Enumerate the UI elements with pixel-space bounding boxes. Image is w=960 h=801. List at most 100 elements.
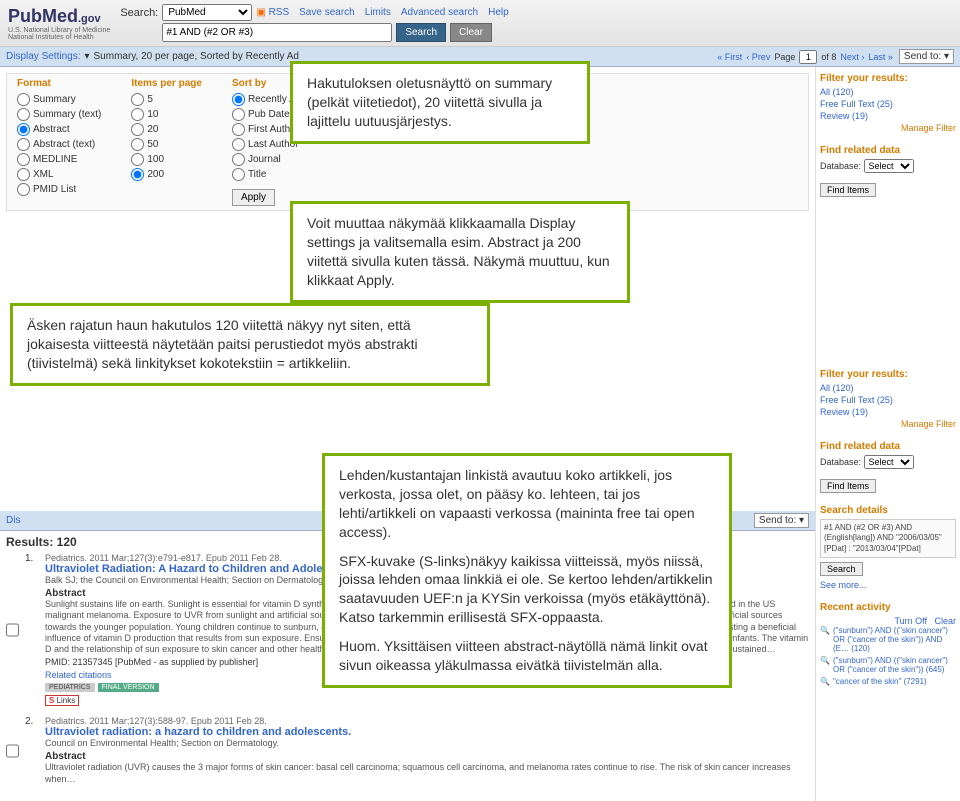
search-details-title: Search details xyxy=(820,505,956,516)
search-details-box: #1 AND (#2 OR #3) AND (English[lang]) AN… xyxy=(820,519,956,558)
filter-title-2: Filter your results: xyxy=(820,369,956,380)
result-item: 2. Pediatrics. 2011 Mar;127(3):588-97. E… xyxy=(6,716,809,785)
logo: PubMed.gov U.S. National Library of Medi… xyxy=(8,6,110,41)
manage-filter-link[interactable]: Manage Filter xyxy=(901,123,956,133)
db-select[interactable]: Select xyxy=(864,159,914,173)
sort-last-author[interactable] xyxy=(232,138,245,151)
format-summary[interactable] xyxy=(17,93,30,106)
callout-3: Äsken rajatun haun hakutulos 120 viitett… xyxy=(10,303,490,386)
abstract-label: Abstract xyxy=(45,751,809,762)
sort-title[interactable] xyxy=(232,168,245,181)
db-label: Database: xyxy=(820,161,861,171)
apply-button[interactable]: Apply xyxy=(232,189,275,206)
format-xml[interactable] xyxy=(17,168,30,181)
items-header: Items per page xyxy=(131,78,202,89)
callout-2: Voit muuttaa näkymää klikkaamalla Displa… xyxy=(290,201,630,303)
items-10[interactable] xyxy=(131,108,144,121)
format-abstract-text[interactable] xyxy=(17,138,30,151)
rss-link[interactable]: ▣ RSS xyxy=(256,7,289,18)
search-area: Search: PubMed ▣ RSS Save search Limits … xyxy=(120,4,508,42)
result-number: 2. xyxy=(25,716,39,785)
find-items-button[interactable]: Find Items xyxy=(820,183,876,197)
format-pmid-list[interactable] xyxy=(17,183,30,196)
filter-review-2[interactable]: Review (19) xyxy=(820,407,956,417)
advanced-search-link[interactable]: Advanced search xyxy=(401,7,478,18)
slinks-button[interactable]: S Links xyxy=(45,695,79,706)
sidebar: Filter your results: All (120) Free Full… xyxy=(815,67,960,801)
see-more-link[interactable]: See more... xyxy=(820,580,956,590)
content: Format Summary Summary (text) Abstract A… xyxy=(0,67,815,801)
items-5[interactable] xyxy=(131,93,144,106)
recent-activity-title: Recent activity xyxy=(820,602,956,613)
sort-journal[interactable] xyxy=(232,153,245,166)
format-abstract[interactable] xyxy=(17,123,30,136)
db-select-2[interactable]: Select xyxy=(864,455,914,469)
search-db-select[interactable]: PubMed xyxy=(162,4,252,21)
help-link[interactable]: Help xyxy=(488,7,509,18)
format-summary-text[interactable] xyxy=(17,108,30,121)
pager: « First ‹ Prev Page of 8 Next › Last » xyxy=(717,50,893,64)
result-checkbox[interactable] xyxy=(6,554,19,706)
sort-pub-date[interactable] xyxy=(232,108,245,121)
turn-off-link[interactable]: Turn Off xyxy=(894,616,927,626)
display-settings-toggle-2[interactable]: Dis xyxy=(6,515,20,526)
display-settings-toggle[interactable]: Display Settings: xyxy=(6,51,80,62)
manage-filter-link-2[interactable]: Manage Filter xyxy=(901,419,956,429)
search-icon: 🔍 xyxy=(820,626,830,635)
filter-title: Filter your results: xyxy=(820,73,956,84)
recent-item-2[interactable]: "cancer of the skin" (7291) xyxy=(833,677,927,686)
result-journal: Pediatrics. 2011 Mar;127(3):588-97. Epub… xyxy=(45,716,809,726)
limits-link[interactable]: Limits xyxy=(365,7,391,18)
search-label: Search: xyxy=(120,7,158,19)
page-input[interactable] xyxy=(799,50,817,64)
abstract-text: Ultraviolet radiation (UVR) causes the 3… xyxy=(45,762,809,785)
last-page-link[interactable]: Last » xyxy=(868,52,893,62)
filter-review[interactable]: Review (19) xyxy=(820,111,956,121)
db-label-2: Database: xyxy=(820,457,861,467)
related-title: Find related data xyxy=(820,145,956,156)
related-title-2: Find related data xyxy=(820,441,956,452)
filter-all[interactable]: All (120) xyxy=(820,87,956,97)
display-summary: Summary, 20 per page, Sorted by Recently… xyxy=(94,51,299,62)
format-header: Format xyxy=(17,78,101,89)
callout-1: Hakutuloksen oletusnäyttö on summary (pe… xyxy=(290,61,590,144)
items-100[interactable] xyxy=(131,153,144,166)
recent-item-1[interactable]: ("sunburn") AND (("skin cancer") OR ("ca… xyxy=(833,656,956,674)
search-icon: 🔍 xyxy=(820,677,830,686)
send-to-dropdown[interactable]: Send to: ▾ xyxy=(899,49,954,64)
publisher-tag[interactable]: PEDIATRICS xyxy=(45,683,95,692)
final-version-tag[interactable]: FINAL VERSION xyxy=(98,683,159,692)
result-number: 1. xyxy=(25,553,39,706)
sort-recently-added[interactable] xyxy=(232,93,245,106)
details-search-button[interactable]: Search xyxy=(820,562,863,576)
send-to-dropdown-2[interactable]: Send to: ▾ xyxy=(754,513,809,528)
items-50[interactable] xyxy=(131,138,144,151)
first-page-link[interactable]: « First xyxy=(717,52,742,62)
rss-icon: ▣ xyxy=(256,7,265,18)
search-input[interactable] xyxy=(162,23,392,42)
items-200[interactable] xyxy=(131,168,144,181)
filter-free-full-text-2[interactable]: Free Full Text (25) xyxy=(820,395,956,405)
recent-item-0[interactable]: ("sunburn") AND (("skin cancer") OR ("ca… xyxy=(833,626,956,653)
result-title-link[interactable]: Ultraviolet Radiation: A Hazard to Child… xyxy=(45,563,360,575)
header: PubMed.gov U.S. National Library of Medi… xyxy=(0,0,960,47)
clear-recent-link[interactable]: Clear xyxy=(934,616,956,626)
next-page-link[interactable]: Next › xyxy=(840,52,864,62)
sort-first-author[interactable] xyxy=(232,123,245,136)
result-authors: Council on Environmental Health; Section… xyxy=(45,738,809,748)
filter-all-2[interactable]: All (120) xyxy=(820,383,956,393)
save-search-link[interactable]: Save search xyxy=(299,7,355,18)
search-button[interactable]: Search xyxy=(396,23,446,42)
items-20[interactable] xyxy=(131,123,144,136)
chevron-down-icon: ▾ xyxy=(84,51,89,62)
search-icon: 🔍 xyxy=(820,656,830,665)
callout-4: Lehden/kustantajan linkistä avautuu koko… xyxy=(322,453,732,688)
result-title-link[interactable]: Ultraviolet radiation: a hazard to child… xyxy=(45,726,351,738)
prev-page-link[interactable]: ‹ Prev xyxy=(746,52,770,62)
format-medline[interactable] xyxy=(17,153,30,166)
filter-free-full-text[interactable]: Free Full Text (25) xyxy=(820,99,956,109)
clear-button[interactable]: Clear xyxy=(450,23,492,42)
s-icon: S xyxy=(49,696,54,705)
find-items-button-2[interactable]: Find Items xyxy=(820,479,876,493)
result-checkbox[interactable] xyxy=(6,717,19,785)
